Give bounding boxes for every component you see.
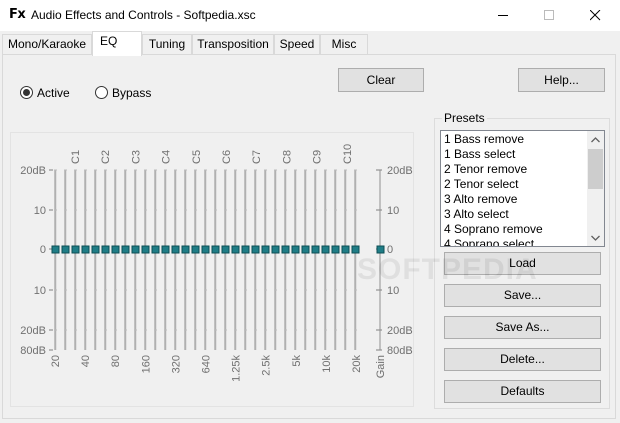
title-bar: Fx Audio Effects and Controls - Softpedi… — [0, 0, 620, 31]
delete-button[interactable]: Delete... — [444, 348, 601, 371]
scroll-down-arrow-icon[interactable] — [587, 230, 604, 246]
presets-title: Presets — [442, 111, 487, 125]
tab-misc[interactable]: Misc — [320, 34, 368, 55]
list-item[interactable]: 3 Alto remove — [444, 192, 517, 207]
equalizer-panel — [10, 132, 414, 407]
active-radio-label: Active — [37, 86, 70, 100]
close-icon — [590, 10, 601, 21]
bypass-radio-label: Bypass — [112, 86, 152, 100]
active-radio[interactable]: Active — [20, 85, 80, 101]
radio-selected-dot — [23, 89, 30, 96]
tab-mono-karaoke[interactable]: Mono/Karaoke — [2, 34, 92, 55]
tab-strip: Mono/Karaoke EQ Tuning Transposition Spe… — [0, 31, 620, 56]
list-item[interactable]: 3 Alto select — [444, 207, 509, 222]
scroll-thumb[interactable] — [588, 149, 603, 189]
presets-list[interactable]: 1 Bass remove 1 Bass select 2 Tenor remo… — [440, 130, 605, 247]
list-item[interactable]: 4 Soprano remove — [444, 222, 543, 237]
fx-app-icon: Fx — [9, 7, 26, 22]
tab-tuning[interactable]: Tuning — [142, 34, 192, 55]
list-item[interactable]: 4 Soprano select — [444, 237, 534, 246]
save-button[interactable]: Save... — [444, 284, 601, 307]
maximize-button[interactable] — [527, 0, 573, 31]
minimize-button[interactable] — [481, 0, 527, 31]
list-item[interactable]: 2 Tenor select — [444, 177, 519, 192]
tab-transposition[interactable]: Transposition — [192, 34, 274, 55]
clear-button[interactable]: Clear — [338, 68, 424, 92]
tab-speed[interactable]: Speed — [274, 34, 320, 55]
scroll-up-arrow-icon[interactable] — [587, 132, 604, 148]
bypass-radio[interactable]: Bypass — [95, 85, 155, 101]
presets-scrollbar[interactable] — [587, 131, 604, 246]
minimize-icon — [498, 15, 508, 16]
defaults-button[interactable]: Defaults — [444, 380, 601, 403]
bypass-radio-circle — [95, 86, 108, 99]
save-as-button[interactable]: Save As... — [444, 316, 601, 339]
list-item[interactable]: 1 Bass remove — [444, 132, 524, 147]
maximize-icon — [544, 10, 554, 20]
tab-eq[interactable]: EQ — [92, 31, 142, 56]
list-item[interactable]: 2 Tenor remove — [444, 162, 527, 177]
close-button[interactable] — [573, 0, 619, 31]
list-item[interactable]: 1 Bass select — [444, 147, 515, 162]
help-button[interactable]: Help... — [518, 68, 605, 92]
load-button[interactable]: Load — [444, 252, 601, 275]
active-radio-circle — [20, 86, 33, 99]
window-title: Audio Effects and Controls - Softpedia.x… — [31, 8, 256, 22]
